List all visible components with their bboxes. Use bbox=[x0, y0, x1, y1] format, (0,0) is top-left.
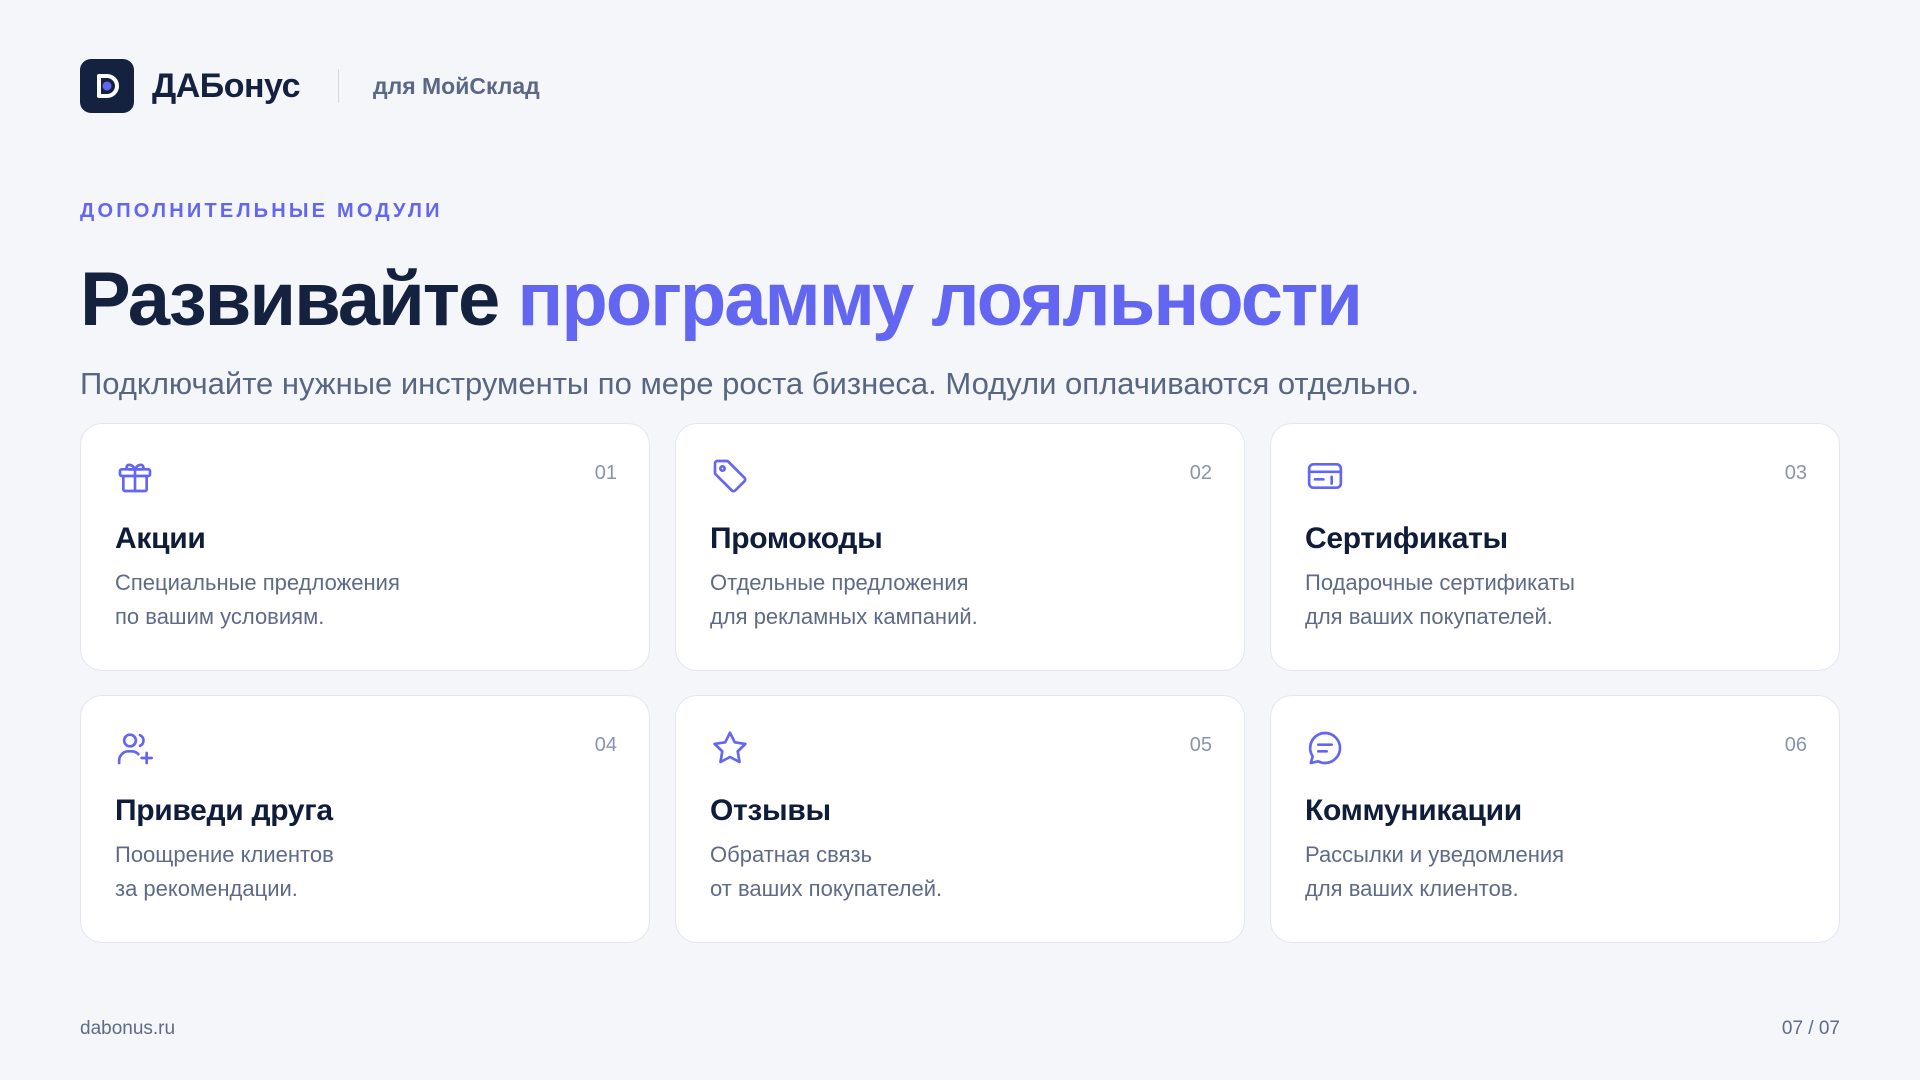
card-title: Акции bbox=[115, 522, 206, 555]
users-plus-icon bbox=[115, 728, 155, 768]
module-card-promocodes: 02 Промокоды Отдельные предложения для р… bbox=[675, 423, 1245, 671]
card-description: Обратная связь от ваших покупателей. bbox=[710, 838, 1210, 906]
footer-site: dabonus.ru bbox=[80, 1018, 176, 1039]
card-number: 02 bbox=[1189, 462, 1212, 484]
card-description: Подарочные сертификаты для ваших покупат… bbox=[1305, 566, 1805, 634]
card-desc-line: от ваших покупателей. bbox=[710, 876, 943, 901]
page-subtitle: Подключайте нужные инструменты по мере р… bbox=[80, 366, 1420, 401]
card-number: 06 bbox=[1784, 734, 1807, 756]
card-desc-line: для ваших покупателей. bbox=[1305, 604, 1553, 629]
gift-icon bbox=[115, 456, 155, 496]
card-desc-line: по вашим условиям. bbox=[115, 604, 325, 629]
card-number: 03 bbox=[1784, 462, 1807, 484]
card-title: Отзывы bbox=[710, 794, 831, 827]
card-desc-line: Обратная связь bbox=[710, 842, 873, 867]
star-icon bbox=[710, 728, 750, 768]
card-desc-line: Подарочные сертификаты bbox=[1305, 570, 1575, 595]
brand-name: ДАБонус bbox=[152, 66, 301, 105]
module-card-reviews: 05 Отзывы Обратная связь от ваших покупа… bbox=[675, 695, 1245, 943]
card-description: Поощрение клиентов за рекомендации. bbox=[115, 838, 615, 906]
card-number: 05 bbox=[1189, 734, 1212, 756]
chat-icon bbox=[1305, 728, 1345, 768]
gift-card-icon bbox=[1305, 456, 1345, 496]
card-title: Промокоды bbox=[710, 522, 883, 555]
card-desc-line: Поощрение клиентов bbox=[115, 842, 334, 867]
card-title: Сертификаты bbox=[1305, 522, 1508, 555]
header-divider bbox=[338, 69, 339, 103]
module-card-referral: 04 Приведи друга Поощрение клиентов за р… bbox=[80, 695, 650, 943]
title-accent: программу лояльности bbox=[517, 257, 1362, 342]
module-card-communications: 06 Коммуникации Рассылки и уведомления д… bbox=[1270, 695, 1840, 943]
slide: ДАБонус для МойСклад ДОПОЛНИТЕЛЬНЫЕ МОДУ… bbox=[0, 0, 1920, 1080]
card-desc-line: для рекламных кампаний. bbox=[710, 604, 978, 629]
card-desc-line: Отдельные предложения bbox=[710, 570, 969, 595]
page-title: Развивайте программу лояльности bbox=[80, 255, 1363, 345]
module-card-certificates: 03 Сертификаты Подарочные сертификаты дл… bbox=[1270, 423, 1840, 671]
card-title: Коммуникации bbox=[1305, 794, 1522, 827]
card-desc-line: Специальные предложения bbox=[115, 570, 400, 595]
brand-subtitle: для МойСклад bbox=[373, 72, 540, 99]
card-desc-line: за рекомендации. bbox=[115, 876, 298, 901]
card-number: 04 bbox=[594, 734, 617, 756]
header: ДАБонус для МойСклад bbox=[80, 59, 540, 113]
modules-grid: 01 Акции Специальные предложения по ваши… bbox=[80, 423, 1840, 943]
card-desc-line: Рассылки и уведомления bbox=[1305, 842, 1565, 867]
card-description: Рассылки и уведомления для ваших клиенто… bbox=[1305, 838, 1805, 906]
card-number: 01 bbox=[594, 462, 617, 484]
card-title: Приведи друга bbox=[115, 794, 333, 827]
module-card-promotions: 01 Акции Специальные предложения по ваши… bbox=[80, 423, 650, 671]
page-counter: 07 / 07 bbox=[1781, 1018, 1840, 1039]
card-desc-line: для ваших клиентов. bbox=[1305, 876, 1519, 901]
tag-icon bbox=[710, 456, 750, 496]
card-description: Отдельные предложения для рекламных камп… bbox=[710, 566, 1210, 634]
card-description: Специальные предложения по вашим условия… bbox=[115, 566, 615, 634]
dabonus-logo-icon bbox=[80, 59, 134, 113]
title-main: Развивайте bbox=[80, 257, 518, 342]
section-eyebrow: ДОПОЛНИТЕЛЬНЫЕ МОДУЛИ bbox=[80, 200, 443, 222]
